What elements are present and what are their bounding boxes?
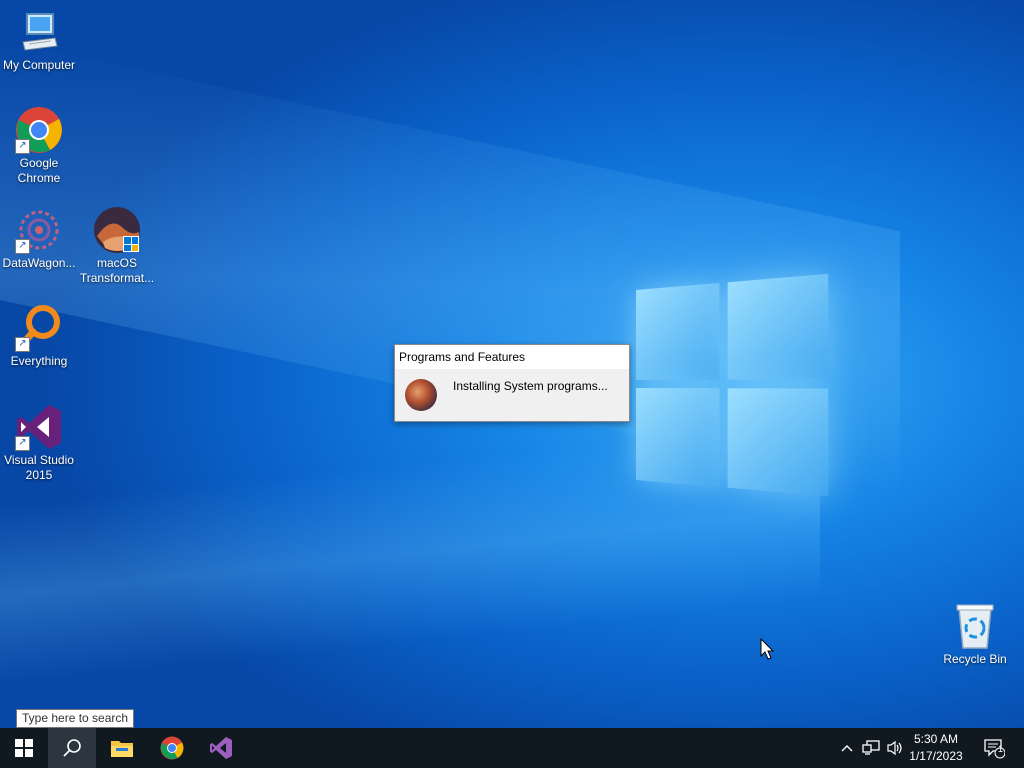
taskbar: 5:30 AM 1/17/2023 1	[0, 728, 1024, 768]
desktop-icon-visual-studio[interactable]: ↗ Visual Studio 2015	[0, 403, 78, 483]
desktop-icon-macos-transformation[interactable]: macOS Transformat...	[78, 206, 156, 286]
shortcut-arrow-icon: ↗	[15, 436, 30, 451]
chevron-up-icon	[841, 745, 853, 752]
recycle-bin-icon	[951, 602, 999, 650]
taskbar-clock[interactable]: 5:30 AM 1/17/2023	[906, 731, 966, 765]
file-explorer-icon	[111, 741, 133, 757]
start-icon	[15, 739, 33, 757]
desktop-icon-google-chrome[interactable]: ↗ Google Chrome	[0, 106, 78, 186]
start-button[interactable]	[0, 728, 48, 768]
show-hidden-icons-button[interactable]	[838, 728, 856, 768]
clock-date: 1/17/2023	[909, 749, 963, 763]
network-icon	[862, 740, 880, 755]
dialog-title: Programs and Features	[395, 345, 629, 369]
shortcut-arrow-icon: ↗	[15, 139, 30, 154]
visual-studio-icon	[210, 737, 232, 759]
visual-studio-taskbar-button[interactable]	[197, 728, 245, 768]
chrome-icon	[160, 736, 184, 760]
network-button[interactable]	[860, 728, 882, 768]
windows-wallpaper-logo	[636, 273, 829, 497]
chrome-icon: ↗	[15, 106, 63, 154]
desktop-icon-recycle-bin[interactable]: Recycle Bin	[936, 602, 1014, 667]
datawagon-icon: ↗	[15, 206, 63, 254]
shortcut-arrow-icon: ↗	[15, 239, 30, 254]
chrome-taskbar-button[interactable]	[148, 728, 196, 768]
programs-and-features-dialog[interactable]: Programs and Features Installing System …	[394, 344, 630, 422]
desktop-icon-datawagon[interactable]: ↗ DataWagon...	[0, 206, 78, 271]
mouse-cursor-icon	[760, 638, 775, 660]
installer-icon	[405, 379, 437, 411]
dialog-body: Installing System programs...	[395, 369, 629, 421]
computer-icon	[15, 8, 63, 56]
desktop-icon-my-computer[interactable]: My Computer	[0, 8, 78, 73]
search-button[interactable]	[48, 728, 96, 768]
search-tooltip: Type here to search	[16, 709, 135, 728]
volume-icon	[887, 740, 902, 756]
notification-count: 1	[998, 744, 1004, 754]
shortcut-arrow-icon: ↗	[15, 337, 30, 352]
action-center-button[interactable]: 1	[976, 728, 1012, 768]
desktop-icon-everything[interactable]: ↗ Everything	[0, 304, 78, 369]
everything-search-icon: ↗	[15, 304, 63, 352]
dialog-message: Installing System programs...	[453, 379, 608, 393]
volume-button[interactable]	[884, 728, 906, 768]
visual-studio-icon: ↗	[15, 403, 63, 451]
file-explorer-button[interactable]	[98, 728, 146, 768]
search-icon	[63, 739, 81, 757]
macos-transformation-icon	[93, 206, 141, 254]
clock-time: 5:30 AM	[913, 732, 959, 746]
